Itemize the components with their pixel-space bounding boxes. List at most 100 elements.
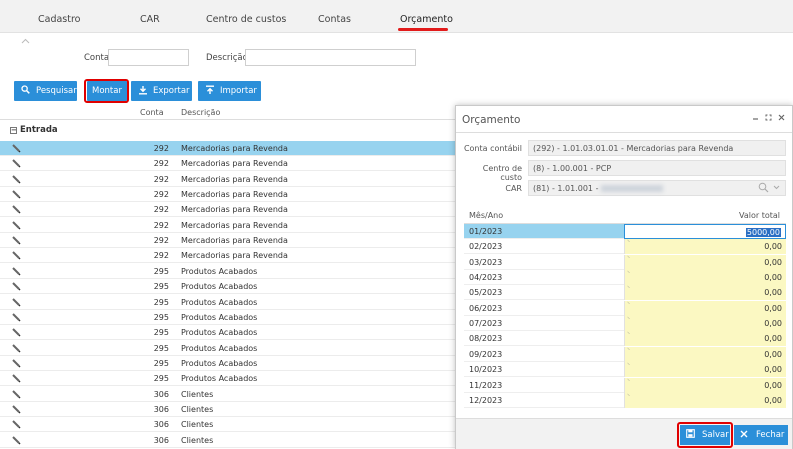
pencil-icon[interactable]	[11, 389, 21, 399]
pencil-icon[interactable]	[11, 158, 21, 168]
cell-conta: 292	[153, 190, 169, 200]
cell-conta: 306	[153, 389, 169, 399]
upload-icon	[204, 85, 215, 98]
cell-valor-value: 0,00	[764, 395, 782, 405]
tab-contas[interactable]: Contas	[318, 14, 351, 25]
pencil-icon[interactable]	[11, 327, 21, 337]
column-header-descricao[interactable]: Descrição	[181, 108, 220, 117]
tab-car[interactable]: CAR	[140, 14, 160, 25]
edit-marker: ⸌	[627, 331, 631, 339]
dialog-title: Orçamento	[462, 114, 521, 126]
pencil-icon[interactable]	[11, 343, 21, 353]
descricao-input[interactable]	[245, 49, 416, 66]
budget-row[interactable]: 04/2023 ⸌ 0,00	[464, 270, 786, 286]
cell-mes: 09/2023	[469, 349, 503, 359]
chevron-down-icon[interactable]	[773, 184, 780, 192]
pencil-icon[interactable]	[11, 297, 21, 307]
pencil-icon[interactable]	[11, 281, 21, 291]
pencil-icon[interactable]	[11, 312, 21, 322]
search-icon[interactable]	[758, 182, 769, 196]
close-icon[interactable]	[778, 114, 785, 124]
cell-conta: 306	[153, 435, 169, 445]
pencil-icon[interactable]	[11, 143, 21, 153]
cell-conta: 292	[153, 144, 169, 153]
orcamento-dialog: Orçamento Conta contábil (292) - 1.01.03…	[455, 105, 793, 449]
budget-row[interactable]: 01/2023 5000,00	[464, 224, 786, 239]
column-header-mes[interactable]: Mês/Ano	[469, 211, 503, 220]
pencil-icon[interactable]	[11, 358, 21, 368]
cell-valor[interactable]: ⸌ 0,00	[624, 377, 786, 393]
column-header-conta[interactable]: Conta	[140, 108, 164, 117]
collapse-icon[interactable]: −	[10, 127, 17, 134]
cell-conta: 295	[153, 297, 169, 307]
pencil-icon[interactable]	[11, 204, 21, 214]
cell-descricao: Produtos Acabados	[181, 282, 258, 292]
pencil-icon[interactable]	[11, 189, 21, 199]
cell-valor[interactable]: ⸌ 0,00	[624, 300, 786, 316]
budget-row[interactable]: 09/2023 ⸌ 0,00	[464, 346, 786, 362]
car-field[interactable]: (81) - 1.01.001 -	[528, 180, 786, 196]
cell-valor[interactable]: ⸌ 0,00	[624, 331, 786, 347]
cell-valor[interactable]: ⸌ 0,00	[624, 362, 786, 378]
cell-valor[interactable]: ⸌ 0,00	[624, 285, 786, 301]
pencil-icon[interactable]	[11, 174, 21, 184]
cell-valor[interactable]: ⸌ 0,00	[624, 270, 786, 286]
cell-descricao: Produtos Acabados	[181, 328, 258, 338]
cell-conta: 306	[153, 404, 169, 414]
cell-valor[interactable]: ⸌ 0,00	[624, 316, 786, 332]
budget-row[interactable]: 10/2023 ⸌ 0,00	[464, 362, 786, 378]
column-header-valor[interactable]: Valor total	[739, 211, 780, 220]
budget-row[interactable]: 02/2023 ⸌ 0,00	[464, 239, 786, 255]
cell-valor-value: 0,00	[764, 334, 782, 344]
cell-valor[interactable]: 5000,00	[624, 224, 786, 239]
cell-valor-value: 0,00	[764, 242, 782, 252]
budget-row[interactable]: 11/2023 ⸌ 0,00	[464, 377, 786, 393]
edit-marker: ⸌	[627, 270, 631, 278]
importar-button[interactable]: Importar	[198, 81, 261, 101]
conta-input[interactable]	[108, 49, 189, 66]
cell-valor[interactable]: ⸌ 0,00	[624, 254, 786, 270]
centro-custo-value: (8) - 1.00.001 - PCP	[533, 164, 612, 173]
centro-custo-field: (8) - 1.00.001 - PCP	[528, 160, 786, 176]
tab-bar: Cadastro CAR Centro de custos Contas Orç…	[0, 0, 793, 33]
chevron-up-icon[interactable]	[21, 37, 30, 44]
cell-valor[interactable]: ⸌ 0,00	[624, 346, 786, 362]
pencil-icon[interactable]	[11, 404, 21, 414]
exportar-button[interactable]: Exportar	[131, 81, 192, 101]
cell-conta: 292	[153, 159, 169, 169]
budget-row[interactable]: 05/2023 ⸌ 0,00	[464, 285, 786, 301]
tab-cadastro[interactable]: Cadastro	[38, 14, 81, 25]
edit-marker: ⸌	[627, 377, 631, 385]
budget-row[interactable]: 06/2023 ⸌ 0,00	[464, 300, 786, 316]
tab-orcamento[interactable]: Orçamento	[400, 14, 453, 25]
pesquisar-label: Pesquisar	[36, 86, 77, 96]
budget-row[interactable]: 07/2023 ⸌ 0,00	[464, 316, 786, 332]
maximize-icon[interactable]	[765, 114, 772, 124]
budget-row[interactable]: 08/2023 ⸌ 0,00	[464, 331, 786, 347]
budget-row[interactable]: 03/2023 ⸌ 0,00	[464, 254, 786, 270]
pencil-icon[interactable]	[11, 220, 21, 230]
budget-row[interactable]: 12/2023 ⸌ 0,00	[464, 392, 786, 408]
group-header-entrada[interactable]: − Entrada	[10, 125, 58, 135]
pencil-icon[interactable]	[11, 266, 21, 276]
pencil-icon[interactable]	[11, 235, 21, 245]
tab-centro-de-custos[interactable]: Centro de custos	[206, 14, 286, 25]
fechar-button[interactable]: Fechar	[734, 425, 788, 445]
car-value: (81) - 1.01.001 -	[533, 184, 599, 193]
cell-descricao: Clientes	[181, 420, 214, 430]
minimize-icon[interactable]	[752, 114, 759, 124]
download-icon	[137, 85, 148, 98]
cell-conta: 295	[153, 374, 169, 384]
cell-conta: 295	[153, 358, 169, 368]
edit-marker: ⸌	[627, 300, 631, 308]
dialog-divider	[456, 132, 792, 133]
cell-valor[interactable]: ⸌ 0,00	[624, 239, 786, 255]
pencil-icon[interactable]	[11, 250, 21, 260]
pesquisar-button[interactable]: Pesquisar	[14, 81, 77, 101]
cell-descricao: Produtos Acabados	[181, 358, 258, 368]
pencil-icon[interactable]	[11, 373, 21, 383]
pencil-icon[interactable]	[11, 435, 21, 445]
cell-valor[interactable]: ⸌ 0,00	[624, 392, 786, 408]
edit-marker: ⸌	[627, 392, 631, 400]
pencil-icon[interactable]	[11, 419, 21, 429]
